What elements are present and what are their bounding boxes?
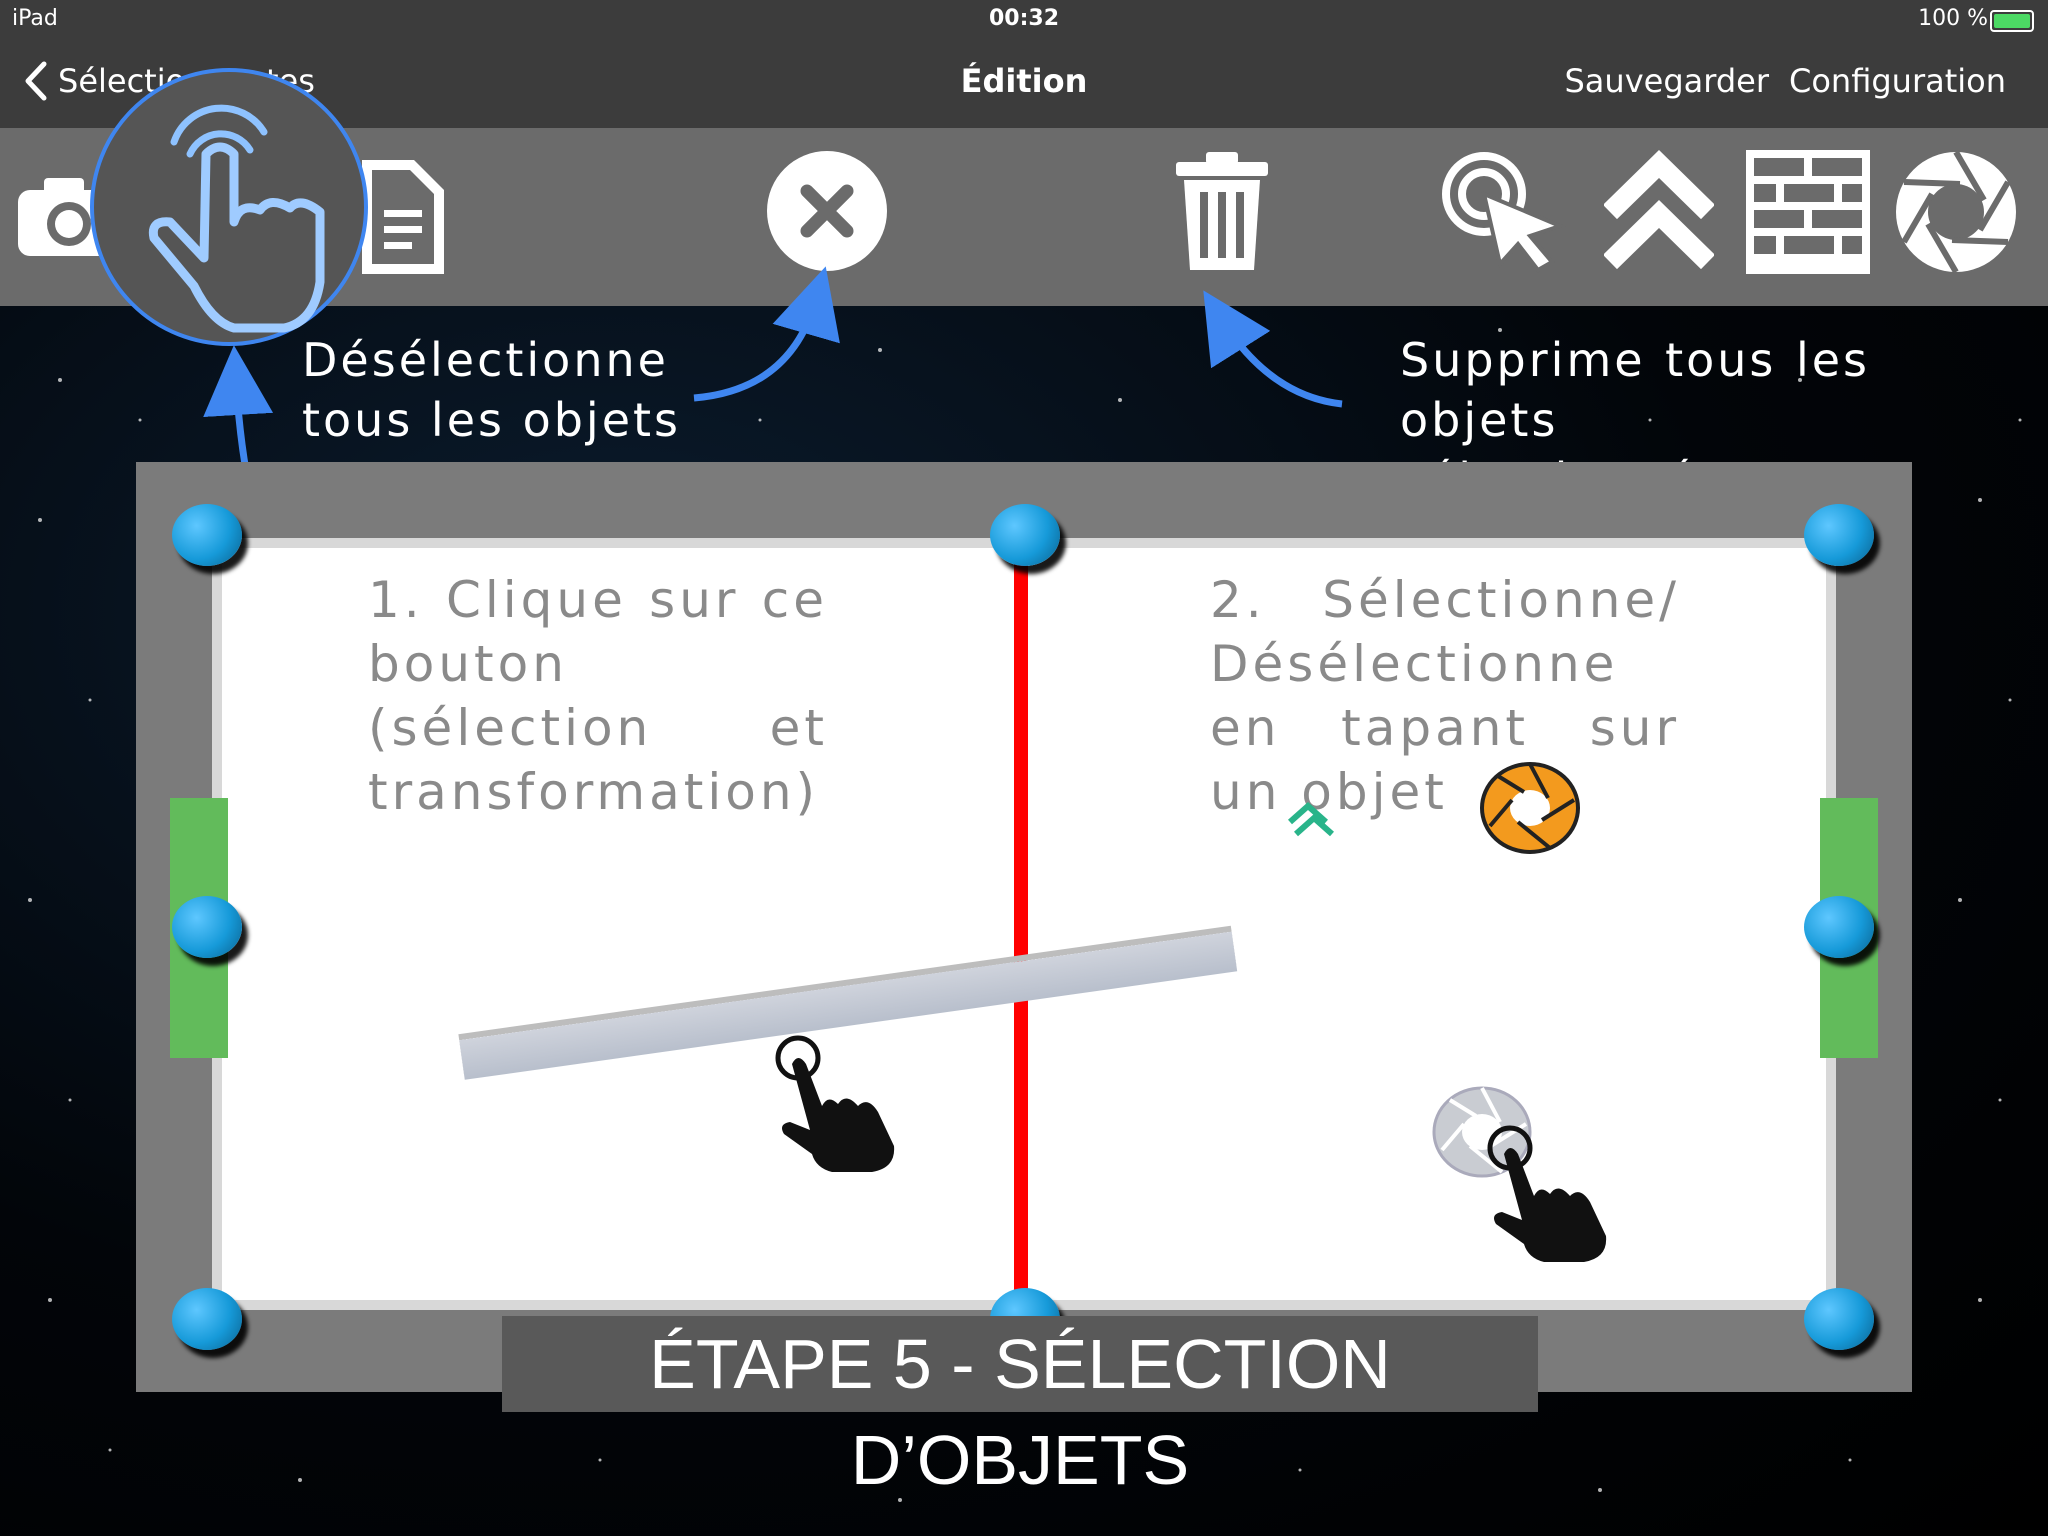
tap-hand-icon: [1487, 1125, 1607, 1262]
nav-actions: Sauvegarder Configuration: [1564, 62, 2006, 100]
goal-ball-right: [1804, 896, 1874, 958]
save-button[interactable]: Sauvegarder: [1564, 62, 1769, 100]
instruction-step-1: 1. Clique sur ce bouton (sélection et tr…: [368, 571, 828, 821]
configuration-button[interactable]: Configuration: [1789, 62, 2006, 100]
trash-icon[interactable]: [1172, 148, 1272, 278]
battery-icon: [1990, 10, 2034, 32]
instruction-step-2: 2. Sélectionne/ Désélectionne en tapant …: [1210, 571, 1680, 821]
click-cursor-icon[interactable]: [1440, 150, 1568, 274]
center-ball-top: [990, 504, 1060, 566]
corner-ball: [1804, 504, 1874, 566]
selection-tool-button[interactable]: [90, 68, 368, 346]
status-time: 00:32: [988, 6, 1060, 31]
corner-ball: [1804, 1288, 1874, 1350]
battery-fill: [1994, 14, 2030, 28]
corner-ball: [172, 504, 242, 566]
center-line: [1014, 546, 1028, 1298]
battery-percent: 100 %: [1918, 6, 1988, 31]
deselect-callout: Désélectionne tous les objets: [302, 333, 682, 447]
double-chevron-up-icon[interactable]: [1604, 150, 1714, 274]
tap-hand-icon: [775, 1035, 895, 1172]
corner-ball: [172, 1288, 242, 1350]
deselect-all-button[interactable]: [766, 150, 888, 272]
step-caption: ÉTAPE 5 - SÉLECTION D’OBJETS: [502, 1316, 1538, 1499]
brick-wall-icon[interactable]: [1746, 150, 1870, 274]
aperture-icon[interactable]: [1894, 150, 2018, 274]
booster-object[interactable]: [1286, 792, 1336, 838]
hand-tap-icon: [148, 104, 325, 333]
goal-ball-left: [172, 896, 242, 958]
portal-object[interactable]: [1478, 760, 1582, 856]
